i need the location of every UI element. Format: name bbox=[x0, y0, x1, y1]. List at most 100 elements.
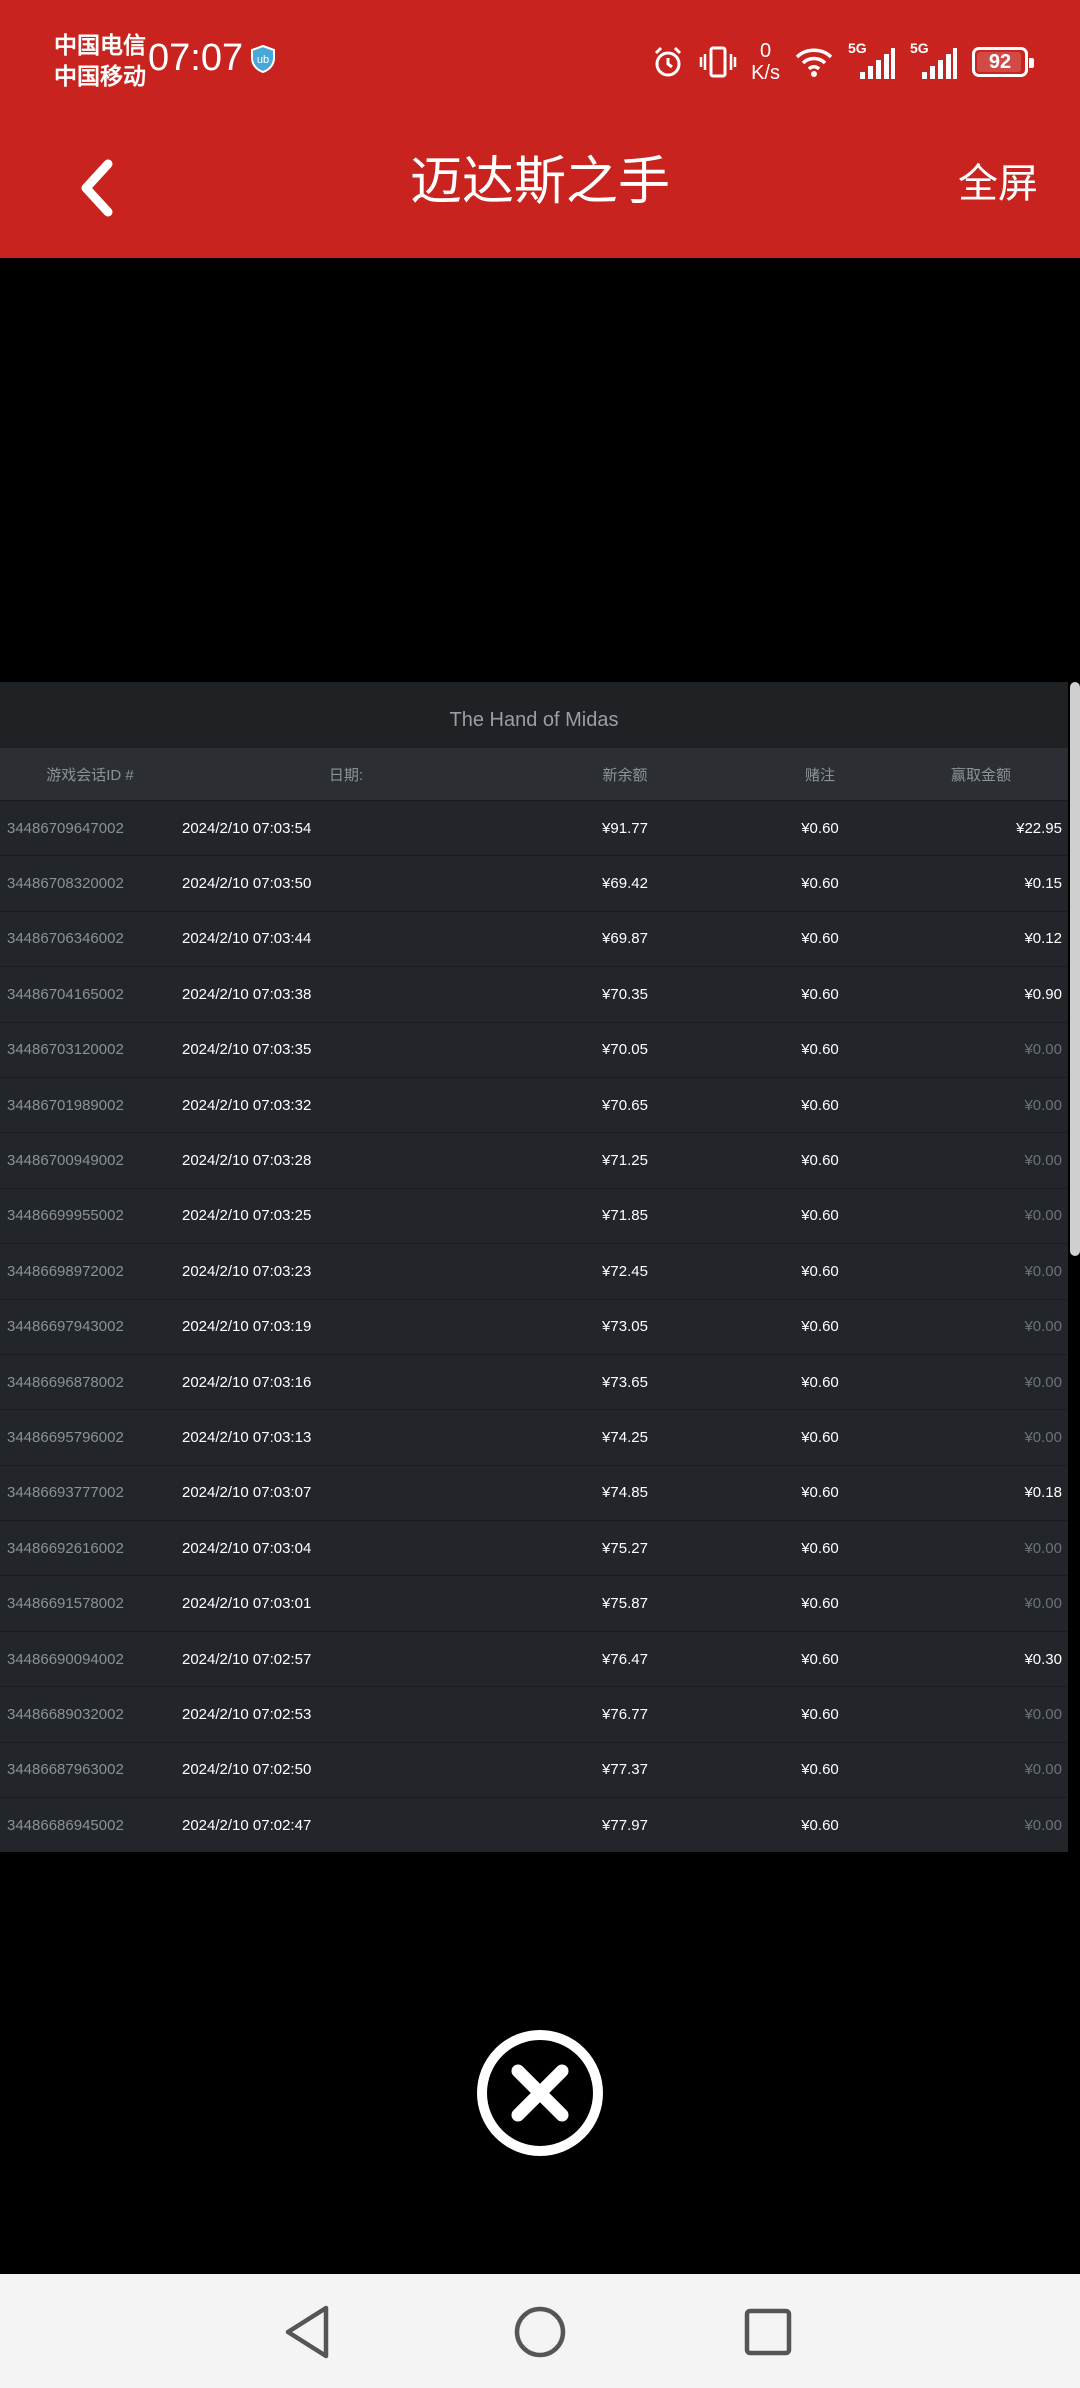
session-id-cell: 34486704165002 bbox=[7, 985, 124, 1003]
date-cell: 2024/2/10 07:02:53 bbox=[182, 1705, 312, 1723]
balance-cell: ¥74.25 bbox=[602, 1428, 648, 1446]
table-row: 34486696878002 2024/2/10 07:03:16 ¥73.65 ¥0… bbox=[0, 1353, 1068, 1409]
date-cell: 2024/2/10 07:03:28 bbox=[182, 1152, 312, 1170]
session-id-cell: 34486703120002 bbox=[7, 1041, 124, 1059]
battery-level: 92 bbox=[988, 50, 1012, 73]
date-cell: 2024/2/10 07:03:32 bbox=[182, 1096, 312, 1114]
session-id-cell: 34486690094002 bbox=[7, 1650, 124, 1668]
close-button[interactable] bbox=[476, 2029, 604, 2157]
carrier-2: 中国移动 bbox=[54, 63, 146, 89]
square-recents-icon bbox=[744, 2308, 792, 2356]
signal-2: 5G bbox=[910, 40, 958, 82]
table-row: 34486691578002 2024/2/10 07:03:01 ¥75.87 ¥0… bbox=[0, 1575, 1068, 1630]
date-cell: 2024/2/10 07:03:13 bbox=[182, 1428, 312, 1446]
header-session-id: 游戏会话ID # bbox=[46, 766, 134, 784]
signal-bars-icon bbox=[922, 48, 957, 79]
table-row: 34486709647002 2024/2/10 07:03:54 ¥91.77 ¥0… bbox=[0, 800, 1068, 855]
bet-cell: ¥0.60 bbox=[801, 985, 839, 1003]
header-bet: 赌注 bbox=[804, 766, 835, 784]
status-time: 07:07 bbox=[148, 37, 244, 79]
win-cell: ¥22.95 bbox=[1016, 819, 1062, 837]
session-id-cell: 34486689032002 bbox=[7, 1705, 124, 1723]
win-cell: ¥0.00 bbox=[1024, 1595, 1062, 1613]
table-row: 34486687963002 2024/2/10 07:02:50 ¥77.37 ¥0… bbox=[0, 1741, 1068, 1797]
win-cell: ¥0.00 bbox=[1024, 1207, 1062, 1225]
session-id-cell: 34486709647002 bbox=[7, 819, 124, 837]
table-row: 34486700949002 2024/2/10 07:03:28 ¥71.25 ¥0… bbox=[0, 1132, 1068, 1187]
date-cell: 2024/2/10 07:03:19 bbox=[182, 1318, 312, 1336]
balance-cell: ¥91.77 bbox=[602, 819, 648, 837]
session-id-cell: 34486708320002 bbox=[7, 875, 124, 893]
header-new-balance: 新余额 bbox=[602, 766, 648, 784]
session-id-cell: 34486691578002 bbox=[7, 1595, 124, 1613]
win-cell: ¥0.00 bbox=[1024, 1262, 1062, 1280]
triangle-back-icon bbox=[285, 2305, 329, 2359]
bet-cell: ¥0.60 bbox=[801, 819, 839, 837]
signal-bars-icon bbox=[860, 48, 895, 79]
page-title: 迈达斯之手 bbox=[409, 153, 670, 211]
scrollbar[interactable] bbox=[1070, 682, 1080, 1256]
table-row: 34486697943002 2024/2/10 07:03:19 ¥73.05 ¥0… bbox=[0, 1298, 1068, 1354]
session-id-cell: 34486696878002 bbox=[7, 1373, 124, 1391]
date-cell: 2024/2/10 07:03:35 bbox=[182, 1041, 312, 1059]
session-id-cell: 34486695796002 bbox=[7, 1428, 124, 1446]
win-cell: ¥0.00 bbox=[1024, 1096, 1062, 1114]
date-cell: 2024/2/10 07:02:47 bbox=[182, 1816, 312, 1834]
balance-cell: ¥77.97 bbox=[602, 1816, 648, 1834]
session-id-cell: 34486698972002 bbox=[7, 1262, 124, 1280]
close-circle-icon bbox=[477, 2030, 603, 2156]
date-cell: 2024/2/10 07:03:16 bbox=[182, 1373, 312, 1391]
bet-cell: ¥0.60 bbox=[801, 1262, 839, 1280]
svg-text:ub: ub bbox=[257, 54, 269, 66]
bet-cell: ¥0.60 bbox=[801, 1318, 839, 1336]
date-cell: 2024/2/10 07:02:50 bbox=[182, 1761, 312, 1779]
alarm-icon bbox=[655, 46, 682, 77]
balance-cell: ¥69.87 bbox=[602, 930, 648, 948]
balance-cell: ¥69.42 bbox=[602, 875, 648, 893]
fullscreen-button[interactable]: 全屏 bbox=[958, 160, 1038, 208]
circle-home-icon bbox=[514, 2306, 566, 2358]
balance-cell: ¥76.47 bbox=[602, 1650, 648, 1668]
table-row: 34486708320002 2024/2/10 07:03:50 ¥69.42 ¥0… bbox=[0, 855, 1068, 910]
table-row: 34486698972002 2024/2/10 07:03:23 ¥72.45 ¥0… bbox=[0, 1243, 1068, 1298]
session-id-cell: 34486697943002 bbox=[7, 1318, 124, 1336]
win-cell: ¥0.18 bbox=[1024, 1484, 1062, 1502]
session-id-cell: 34486686945002 bbox=[7, 1816, 124, 1834]
win-cell: ¥0.12 bbox=[1024, 930, 1062, 948]
table-row: 34486692616002 2024/2/10 07:03:04 ¥75.27 ¥0… bbox=[0, 1520, 1068, 1575]
date-cell: 2024/2/10 07:03:38 bbox=[182, 985, 312, 1003]
nav-recents-button[interactable] bbox=[738, 2302, 798, 2362]
bet-cell: ¥0.60 bbox=[801, 1207, 839, 1225]
balance-cell: ¥71.85 bbox=[602, 1207, 648, 1225]
table-row: 34486686945002 2024/2/10 07:02:47 ¥77.97 ¥0… bbox=[0, 1797, 1068, 1852]
app-bar: 迈达斯之手 全屏 bbox=[0, 122, 1080, 258]
table-row: 34486690094002 2024/2/10 07:02:57 ¥76.47 ¥0… bbox=[0, 1630, 1068, 1686]
carrier-names: 中国电信 中国移动 bbox=[54, 30, 146, 92]
date-cell: 2024/2/10 07:03:04 bbox=[182, 1539, 312, 1557]
system-nav-bar bbox=[0, 2274, 1080, 2388]
bet-cell: ¥0.60 bbox=[801, 1705, 839, 1723]
speed-unit: K/s bbox=[751, 62, 780, 84]
win-cell: ¥0.00 bbox=[1024, 1152, 1062, 1170]
session-id-cell: 34486699955002 bbox=[7, 1207, 124, 1225]
table-body[interactable]: 34486709647002 2024/2/10 07:03:54 ¥91.77 ¥0… bbox=[0, 800, 1068, 1852]
win-cell: ¥0.00 bbox=[1024, 1428, 1062, 1446]
nav-back-button[interactable] bbox=[280, 2302, 340, 2362]
panel-title: The Hand of Midas bbox=[0, 682, 1068, 748]
balance-cell: ¥70.35 bbox=[602, 985, 648, 1003]
nav-home-button[interactable] bbox=[510, 2302, 570, 2362]
status-bar: 中国电信 中国移动 07:07 ub 0 K/s 5G 5G 92 bbox=[0, 0, 1080, 122]
session-id-cell: 34486701989002 bbox=[7, 1096, 124, 1114]
table-row: 34486693777002 2024/2/10 07:03:07 ¥74.85 ¥0… bbox=[0, 1464, 1068, 1520]
network-speed: 0 K/s bbox=[751, 40, 780, 84]
date-cell: 2024/2/10 07:03:54 bbox=[182, 819, 312, 837]
signal-1: 5G bbox=[848, 40, 896, 82]
balance-cell: ¥77.37 bbox=[602, 1761, 648, 1779]
win-cell: ¥0.00 bbox=[1024, 1705, 1062, 1723]
vibrate-icon bbox=[699, 46, 737, 78]
date-cell: 2024/2/10 07:03:23 bbox=[182, 1262, 312, 1280]
win-cell: ¥0.00 bbox=[1024, 1761, 1062, 1779]
carrier-1: 中国电信 bbox=[54, 32, 146, 58]
session-id-cell: 34486693777002 bbox=[7, 1484, 124, 1502]
win-cell: ¥0.00 bbox=[1024, 1373, 1062, 1391]
